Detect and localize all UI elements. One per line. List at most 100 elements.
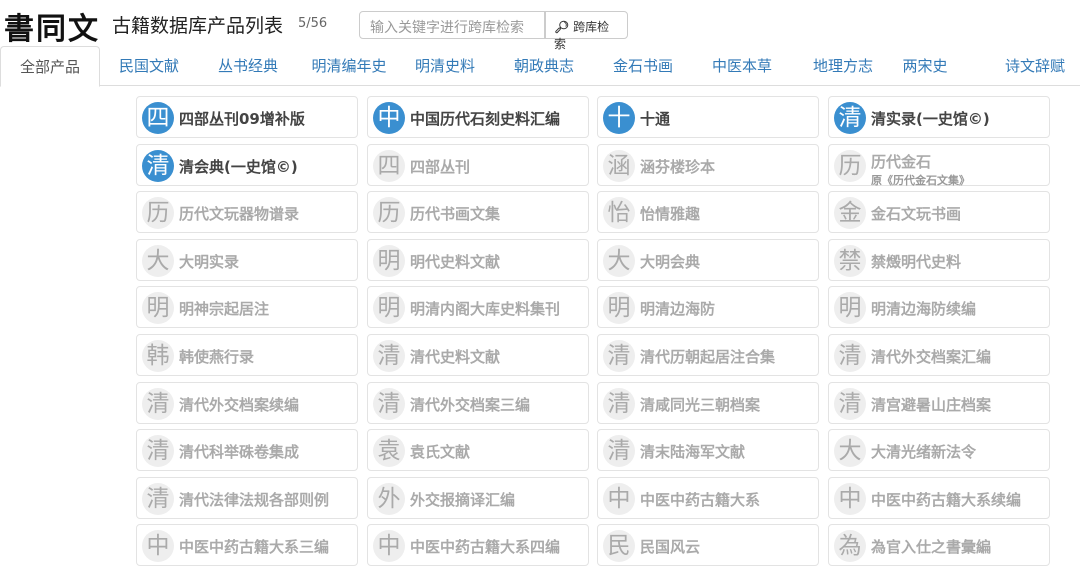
product-icon: 中 bbox=[142, 530, 174, 563]
product-icon: 历 bbox=[373, 197, 405, 230]
product-icon: 大 bbox=[603, 244, 635, 277]
product-card[interactable]: 清清代外交档案汇编 bbox=[828, 334, 1050, 376]
product-card[interactable]: 中中医中药古籍大系 bbox=[597, 476, 819, 519]
product-card[interactable]: 四四部丛刊 bbox=[367, 143, 589, 186]
product-icon: 清 bbox=[834, 387, 866, 420]
product-name: 大清光绪新法令 bbox=[871, 443, 977, 462]
product-card[interactable]: 民民国风云 bbox=[597, 524, 819, 567]
tab-8[interactable]: 地理方志 bbox=[797, 46, 889, 86]
product-name: 四部丛刊09增补版 bbox=[179, 110, 305, 128]
tab-6[interactable]: 金石书画 bbox=[600, 46, 686, 86]
product-name: 外交报摘译汇编 bbox=[410, 490, 516, 509]
product-card[interactable]: 清清宫避暑山庄档案 bbox=[828, 381, 1050, 424]
product-card[interactable]: 中中医中药古籍大系三编 bbox=[136, 524, 358, 567]
product-card[interactable]: 大大清光绪新法令 bbox=[828, 429, 1050, 472]
product-name: 禁燬明代史料 bbox=[871, 252, 962, 271]
product-name: 大明实录 bbox=[179, 252, 240, 271]
product-icon: 清 bbox=[834, 340, 866, 372]
product-card[interactable]: 清清代历朝起居注合集 bbox=[597, 334, 819, 376]
product-name: 中医中药古籍大系续编 bbox=[871, 490, 1022, 509]
tab-9[interactable]: 两宋史 bbox=[891, 46, 959, 86]
product-card[interactable]: 明明清边海防 bbox=[597, 286, 819, 329]
product-card[interactable]: 十十通 bbox=[597, 96, 819, 138]
product-icon: 為 bbox=[834, 530, 866, 563]
tab-0[interactable]: 全部产品 bbox=[0, 46, 100, 87]
tab-1[interactable]: 民国文献 bbox=[100, 46, 198, 86]
product-name: 民国风云 bbox=[640, 538, 701, 557]
product-card[interactable]: 清清咸同光三朝档案 bbox=[597, 381, 819, 424]
product-icon: 韩 bbox=[142, 340, 174, 372]
product-card[interactable]: 历历代文玩器物谱录 bbox=[136, 191, 358, 234]
search-input[interactable]: 输入关键字进行跨库检索 bbox=[359, 11, 545, 39]
product-name: 韩使燕行录 bbox=[179, 348, 255, 366]
product-icon: 明 bbox=[373, 292, 405, 325]
product-name: 明清边海防续编 bbox=[871, 300, 977, 319]
product-name: 中国历代石刻史料汇编 bbox=[410, 110, 561, 128]
product-card[interactable]: 明明代史料文献 bbox=[367, 238, 589, 281]
product-icon: 大 bbox=[834, 435, 866, 468]
product-card[interactable]: 清清会典(一史馆©) bbox=[136, 143, 358, 186]
product-card[interactable]: 大大明会典 bbox=[597, 238, 819, 281]
product-card[interactable]: 袁袁氏文献 bbox=[367, 429, 589, 472]
product-card[interactable]: 清清代外交档案三编 bbox=[367, 381, 589, 424]
product-card[interactable]: 怡怡情雅趣 bbox=[597, 191, 819, 234]
product-card[interactable]: 历历代金石 原《历代金石文集》 bbox=[828, 143, 1050, 187]
product-name: 中医中药古籍大系三编 bbox=[179, 538, 330, 557]
logo[interactable]: 書同文 bbox=[4, 4, 100, 48]
tab-5[interactable]: 朝政典志 bbox=[488, 46, 600, 86]
product-name: 清代外交档案续编 bbox=[179, 395, 300, 414]
cross-search-button[interactable]: 🔎︎ 跨库检索 bbox=[545, 11, 628, 51]
tab-10[interactable]: 诗文辞赋 bbox=[990, 46, 1080, 86]
product-card[interactable]: 历历代书画文集 bbox=[367, 191, 589, 234]
product-card[interactable]: 中中医中药古籍大系四编 bbox=[367, 524, 589, 567]
product-icon: 明 bbox=[603, 292, 635, 325]
product-icon: 怡 bbox=[603, 197, 635, 230]
product-card[interactable]: 大大明实录 bbox=[136, 238, 358, 281]
product-card[interactable]: 金金石文玩书画 bbox=[828, 191, 1050, 234]
product-card[interactable]: 中中医中药古籍大系续编 bbox=[828, 476, 1050, 519]
product-icon: 明 bbox=[834, 292, 866, 325]
product-card[interactable]: 清清末陆海军文献 bbox=[597, 429, 819, 472]
tab-7[interactable]: 中医本草 bbox=[700, 46, 784, 86]
product-icon: 清 bbox=[142, 435, 174, 468]
product-card[interactable]: 明明清边海防续编 bbox=[828, 286, 1050, 329]
product-card[interactable]: 清清实录(一史馆©) bbox=[828, 96, 1050, 138]
product-name: 清代历朝起居注合集 bbox=[640, 348, 776, 366]
product-card[interactable]: 四四部丛刊09增补版 bbox=[136, 96, 358, 138]
product-icon: 明 bbox=[142, 292, 174, 325]
product-card[interactable]: 清清代史料文献 bbox=[367, 334, 589, 376]
tab-2[interactable]: 丛书经典 bbox=[198, 46, 298, 86]
tab-3[interactable]: 明清编年史 bbox=[296, 46, 402, 86]
product-icon: 历 bbox=[834, 149, 866, 182]
product-card[interactable]: 清清代外交档案续编 bbox=[136, 381, 358, 424]
product-icon: 清 bbox=[373, 340, 405, 372]
product-card[interactable]: 清清代法律法规各部则例 bbox=[136, 476, 358, 519]
product-icon: 外 bbox=[373, 482, 405, 515]
product-card[interactable]: 外外交报摘译汇编 bbox=[367, 476, 589, 519]
category-tabs: 全部产品 民国文献 丛书经典 明清编年史 明清史料 朝政典志 金石书画 中医本草 地理方志 两宋史… bbox=[0, 46, 1080, 87]
product-card[interactable]: 清清代科举硃卷集成 bbox=[136, 429, 358, 472]
product-card[interactable]: 中中国历代石刻史料汇编 bbox=[367, 96, 589, 138]
product-icon: 中 bbox=[373, 102, 405, 134]
product-card[interactable]: 韩韩使燕行录 bbox=[136, 334, 358, 376]
product-icon: 袁 bbox=[373, 435, 405, 468]
tab-4[interactable]: 明清史料 bbox=[402, 46, 488, 86]
product-icon: 中 bbox=[373, 530, 405, 563]
product-icon: 四 bbox=[373, 149, 405, 182]
product-count: 5/56 bbox=[298, 16, 328, 31]
product-name: 清咸同光三朝档案 bbox=[640, 395, 761, 414]
product-card[interactable]: 禁禁燬明代史料 bbox=[828, 238, 1050, 281]
product-card[interactable]: 涵涵芬楼珍本 bbox=[597, 143, 819, 186]
product-subtitle: 原《历代金石文集》 bbox=[871, 173, 970, 187]
product-name: 中医中药古籍大系四编 bbox=[410, 538, 561, 557]
product-name: 历代文玩器物谱录 bbox=[179, 205, 300, 224]
product-icon: 清 bbox=[142, 482, 174, 515]
product-name: 為官入仕之書彙編 bbox=[871, 538, 992, 557]
product-card[interactable]: 為為官入仕之書彙編 bbox=[828, 524, 1050, 567]
product-icon: 明 bbox=[373, 244, 405, 277]
product-icon: 历 bbox=[142, 197, 174, 230]
product-name: 历代书画文集 bbox=[410, 205, 501, 224]
product-name: 清实录(一史馆©) bbox=[871, 110, 990, 128]
product-card[interactable]: 明明清内阁大库史料集刊 bbox=[367, 286, 589, 329]
product-card[interactable]: 明明神宗起居注 bbox=[136, 286, 358, 329]
